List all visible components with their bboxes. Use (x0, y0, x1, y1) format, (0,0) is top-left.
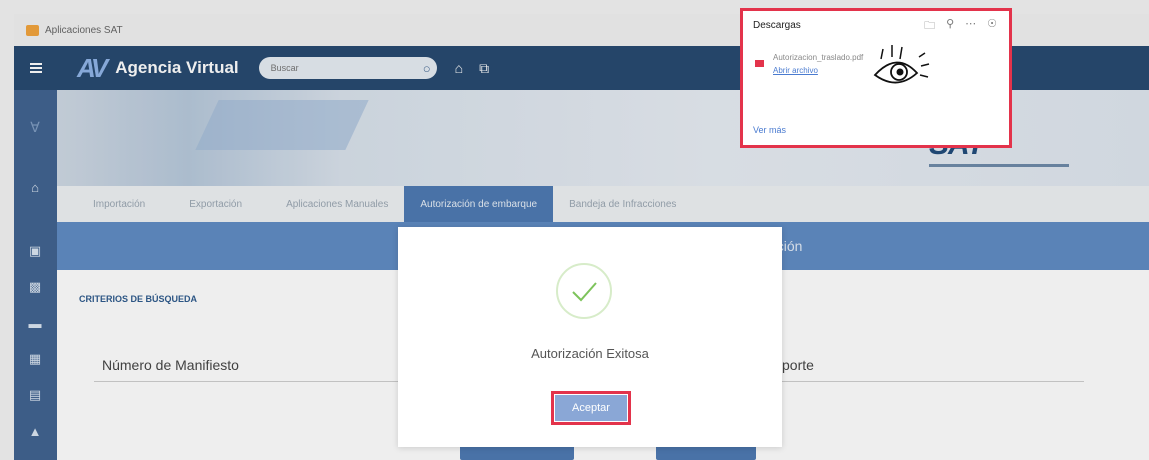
checkmark-icon (572, 282, 597, 302)
success-modal: Autorización Exitosa Aceptar (398, 227, 782, 447)
see-more-link[interactable]: Ver más (753, 125, 786, 135)
accept-button[interactable]: Aceptar (555, 395, 627, 421)
downloads-panel: Descargas 🗀 ⚲ ⋯ ☉ Autorizacion_traslado.… (740, 8, 1012, 148)
search-icon[interactable]: ⚲ (946, 17, 954, 36)
pdf-icon (755, 60, 764, 67)
modal-message: Autorización Exitosa (531, 346, 649, 361)
success-check-circle (556, 263, 612, 319)
pin-icon[interactable]: ☉ (987, 17, 997, 36)
eye-icon (873, 45, 930, 84)
more-icon[interactable]: ⋯ (965, 17, 976, 36)
open-file-link[interactable]: Abrir archivo (773, 66, 818, 75)
downloads-toolbar: 🗀 ⚲ ⋯ ☉ (924, 17, 997, 36)
download-file-name[interactable]: Autorizacion_traslado.pdf (773, 53, 863, 62)
folder-icon[interactable]: 🗀 (924, 17, 935, 36)
downloads-title: Descargas (753, 20, 801, 31)
